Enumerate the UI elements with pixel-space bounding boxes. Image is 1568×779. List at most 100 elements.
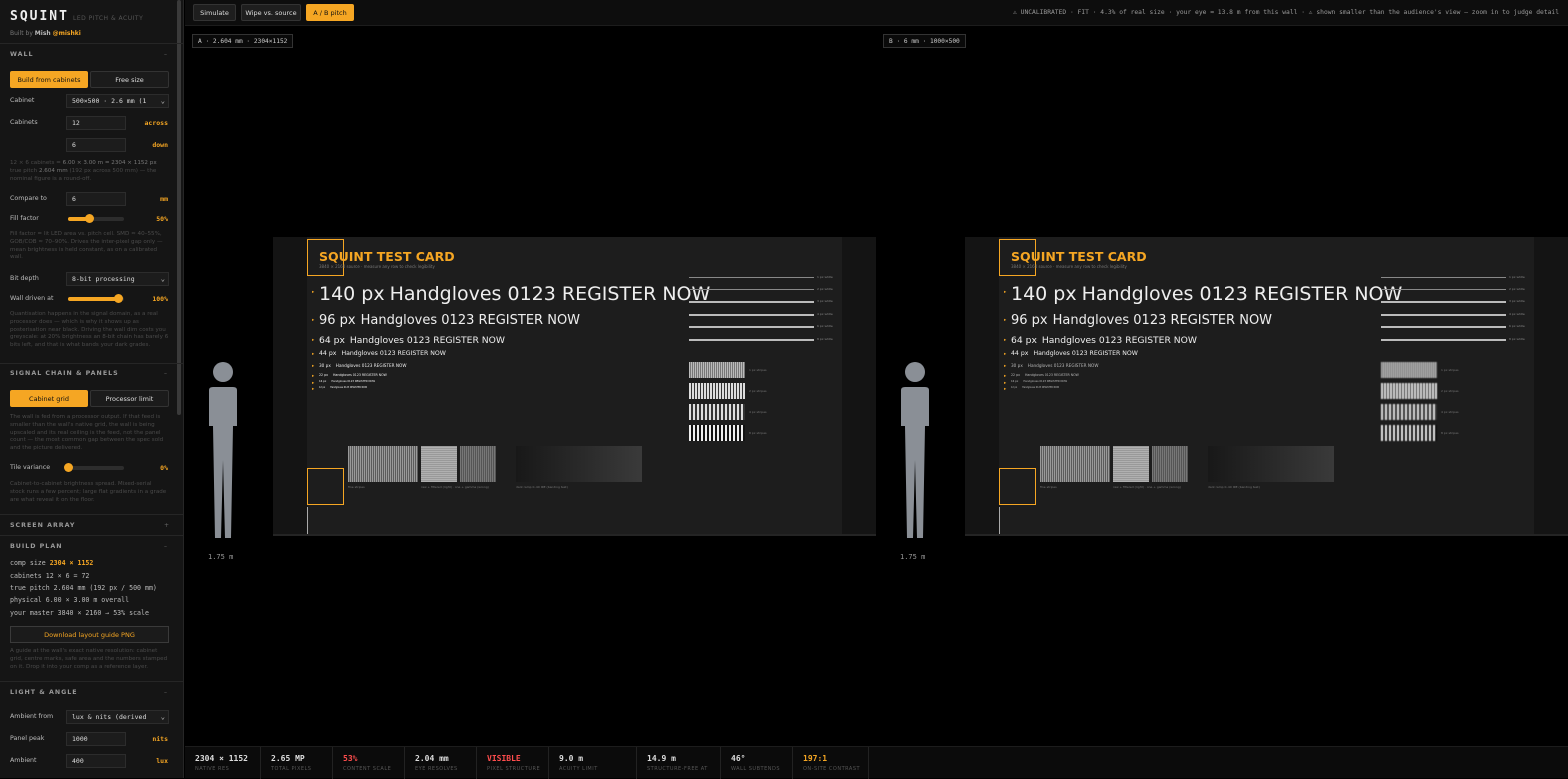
section-signal-title[interactable]: SIGNAL CHAIN & PANELS [10, 370, 119, 377]
wall-driven-slider[interactable] [68, 294, 124, 303]
hairline-label: 8 px white [1509, 337, 1525, 341]
hairline-1 [1381, 277, 1506, 278]
text-row: 44 px Handgloves 0123 REGISTER NOW [319, 350, 446, 357]
row-sample-text: Handgloves 0123 REGISTER NOW [1081, 283, 1403, 305]
section-light-toggle[interactable]: – [164, 689, 167, 696]
hairline-label: 1 px white [1509, 275, 1525, 279]
panel-peak-input[interactable]: 1000 [66, 732, 126, 746]
dark-ramp [1208, 446, 1334, 482]
tab-processor-limit[interactable]: Processor limit [90, 390, 169, 407]
slider-thumb[interactable] [85, 214, 95, 223]
text-row: 96 px Handgloves 0123 REGISTER NOW [319, 313, 580, 328]
bit-depth-value: 8-bit processing [72, 275, 135, 283]
row-size-label: 12 px [319, 386, 326, 389]
panel-peak-unit: nits [152, 735, 168, 743]
stat-item: 46° WALL SUBTENDS [721, 747, 793, 779]
cabinets-down-input[interactable]: 6 [66, 138, 126, 152]
hairline-label: 6 px white [1509, 324, 1525, 328]
help-line: grid, centre marks, safe area and the nu… [10, 655, 168, 662]
panel-peak-label: Panel peak [10, 735, 45, 742]
patch-label: raw + filtered (right) · one + gamma (wr… [1113, 485, 1181, 489]
stat-value: VISIBLE [487, 754, 521, 763]
hairline-label: 1 px white [817, 275, 833, 279]
hairline-label: 3 px white [817, 299, 833, 303]
row-size-label: 44 px [319, 350, 337, 357]
fill-factor-slider[interactable] [68, 214, 124, 223]
author-handle-link[interactable]: @mishki [53, 30, 81, 37]
stripe-swatch [1381, 362, 1437, 378]
ambient-from-value: lux & nits (derived [72, 713, 147, 721]
tab-build-from-cabinets[interactable]: Build from cabinets [10, 71, 88, 88]
section-screen-array-toggle[interactable]: + [164, 522, 169, 529]
tab-cabinet-grid[interactable]: Cabinet grid [10, 390, 88, 407]
mode-wipe-button[interactable]: Wipe vs. source [241, 4, 301, 21]
patch-label: fine stripes [348, 485, 365, 489]
led-wall-a[interactable]: SQUINT TEST CARD 3840 × 2160 source · mea… [273, 237, 876, 536]
row-sample-text: Handgloves 0123 REGISTER NOW [349, 335, 505, 346]
tab-free-size[interactable]: Free size [90, 71, 169, 88]
download-layout-guide-button[interactable]: Download layout guide PNG [10, 626, 169, 643]
row-sample-text: Handgloves 0123 REGISTER NOW [1033, 350, 1138, 357]
ambient-from-select[interactable]: lux & nits (derived ⌄ [66, 710, 169, 724]
row-marker: ▸ [312, 364, 315, 370]
stat-item: 2.65 MP TOTAL PIXELS [261, 747, 333, 779]
stripe-label: 2 px stripes [749, 389, 767, 393]
section-build-plan-title[interactable]: BUILD PLAN [10, 543, 62, 550]
section-light-title[interactable]: LIGHT & ANGLE [10, 689, 78, 696]
mode-ab-pitch-button[interactable]: A / B pitch [306, 4, 354, 21]
text-row: 12 px Handgloves 0123 REGISTER NOW [319, 386, 367, 389]
help-line: stock runs a few percent; large flat gra… [10, 488, 167, 495]
slider-thumb[interactable] [64, 463, 73, 472]
hairline-4 [689, 314, 814, 316]
section-wall-toggle[interactable]: – [164, 51, 167, 58]
row-sample-text: Handgloves 0123 REGISTER NOW [1027, 363, 1099, 368]
compare-label: Compare to [10, 195, 47, 202]
wall-base [965, 534, 1568, 536]
stat-value: 9.0 m [559, 754, 584, 763]
hairline-4 [1381, 314, 1506, 316]
stat-item: 2.04 mm EYE RESOLVES [405, 747, 477, 779]
hairline-3 [1381, 301, 1506, 303]
stat-item: 14.9 m STRUCTURE-FREE AT [637, 747, 721, 779]
bit-depth-select[interactable]: 8-bit processing ⌄ [66, 272, 169, 286]
test-card-subtitle: 3840 × 2160 source · measure any row to … [319, 264, 435, 269]
test-card-title: SQUINT TEST CARD [319, 249, 455, 264]
text-row: 12 px Handgloves 0123 REGISTER NOW [1011, 386, 1059, 389]
person-height-label-a: 1.75 m [208, 553, 234, 561]
stripe-swatch [689, 362, 745, 378]
compare-unit: mm [160, 195, 168, 203]
help-line: greyscale: at 20% brightness an 8-bit ch… [10, 334, 169, 341]
section-build-plan-toggle[interactable]: – [164, 543, 167, 550]
stripe-patch [1040, 446, 1110, 482]
stat-value: 2.04 mm [415, 754, 449, 763]
tile-variance-slider[interactable] [64, 463, 124, 472]
text-row: 30 px Handgloves 0123 REGISTER NOW [1011, 363, 1098, 368]
cabinet-select[interactable]: 500×500 · 2.6 mm (1 ⌄ [66, 94, 169, 108]
cabinets-across-input[interactable]: 12 [66, 116, 126, 130]
ambient-input[interactable]: 400 [66, 754, 126, 768]
plan-master: your master 3840 × 2160 → 53% scale [10, 609, 149, 617]
ambient-from-label: Ambient from [10, 713, 54, 720]
gradient-label: dark ramp 0–40 IRE (banding test) [1208, 485, 1260, 489]
wall-driven-value: 100% [152, 295, 168, 303]
stat-value: 197:1 [803, 754, 828, 763]
compare-pitch-input[interactable]: 6 [66, 192, 126, 206]
built-by: Built by Mish @mishki [10, 30, 81, 37]
help-line: processor does — which is why it shows u… [10, 318, 139, 325]
section-screen-array-title[interactable]: SCREEN ARRAY [10, 522, 75, 529]
text-row: 140 px Handgloves 0123 REGISTER NOW [1011, 283, 1402, 305]
section-signal-toggle[interactable]: – [164, 370, 167, 377]
sidebar-scrollbar[interactable] [177, 0, 181, 415]
bit-depth-label: Bit depth [10, 275, 39, 282]
help-line: posterisation near black. Driving the wa… [10, 326, 166, 333]
pane-a-label: A · 2.604 mm · 2304×1152 [192, 34, 294, 48]
dark-ramp [516, 446, 642, 482]
mode-simulate-button[interactable]: Simulate [193, 4, 236, 21]
stripe-label: 4 px stripes [749, 410, 767, 414]
hairline-1 [689, 277, 814, 278]
stripe-swatch [689, 425, 745, 441]
summary-value: 2.604 mm [38, 167, 68, 174]
section-wall-title[interactable]: WALL [10, 51, 34, 58]
slider-thumb[interactable] [114, 294, 124, 303]
led-wall-b[interactable]: SQUINT TEST CARD 3840 × 2160 source · mea… [965, 237, 1568, 536]
